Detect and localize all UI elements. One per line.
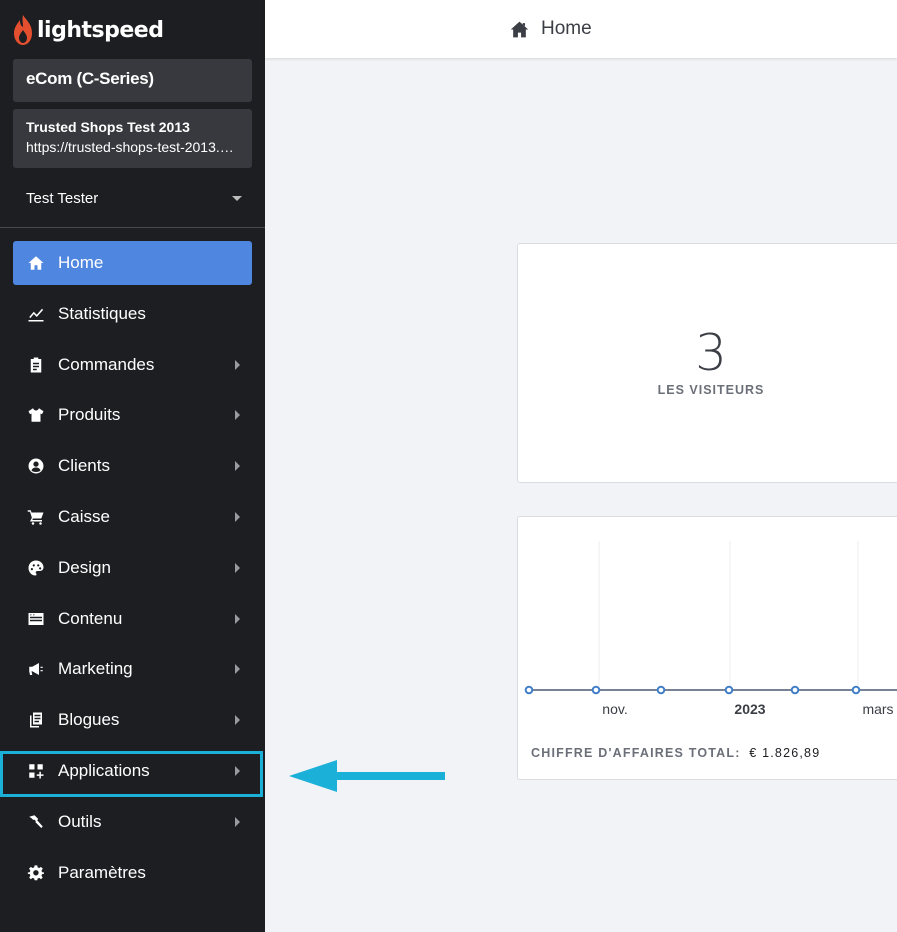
lightspeed-logo[interactable]: lightspeed	[12, 14, 164, 46]
main-nav: Home Statistiques Commandes Produits Cli…	[13, 241, 252, 901]
sidebar-item-label: Design	[58, 557, 111, 577]
sidebar-item-label: Produits	[58, 405, 121, 425]
page-title: Home	[541, 18, 592, 39]
sidebar-item-label: Paramètres	[58, 862, 146, 882]
revenue-label: CHIFFRE D'AFFAIRES TOTAL:	[531, 746, 741, 760]
sidebar-item-label: Clients	[58, 456, 110, 476]
sidebar-item-label: Marketing	[58, 659, 133, 679]
palette-icon	[26, 558, 46, 578]
axis-tick-label: mars	[862, 701, 893, 717]
sidebar-item-statistiques[interactable]: Statistiques	[13, 292, 252, 336]
visitors-count: 3	[695, 324, 727, 382]
revenue-summary: CHIFFRE D'AFFAIRES TOTAL: € 1.826,89	[531, 746, 820, 760]
sidebar-item-label: Commandes	[58, 354, 155, 374]
sidebar-item-label: Applications	[58, 760, 150, 780]
shop-selector[interactable]: Trusted Shops Test 2013 https://trusted-…	[13, 109, 252, 168]
sidebar-item-contenu[interactable]: Contenu	[13, 597, 252, 641]
chart-line-icon	[26, 304, 46, 324]
store-type-switcher[interactable]: eCom (C-Series)	[13, 59, 252, 102]
browser-icon	[26, 609, 46, 629]
sidebar: lightspeed eCom (C-Series) Trusted Shops…	[0, 0, 265, 932]
sidebar-item-home[interactable]: Home	[13, 241, 252, 285]
chart-point	[656, 685, 666, 695]
chevron-right-icon	[235, 765, 240, 776]
sidebar-item-outils[interactable]: Outils	[13, 800, 252, 844]
shop-url[interactable]: https://trusted-shops-test-2013.webshopa…	[26, 139, 239, 155]
chevron-right-icon	[235, 613, 240, 624]
tshirt-icon	[26, 405, 46, 425]
user-menu[interactable]: Test Tester	[13, 186, 252, 210]
sidebar-item-label: Contenu	[58, 608, 123, 628]
home-icon	[510, 21, 529, 37]
sidebar-item-commandes[interactable]: Commandes	[13, 343, 252, 387]
chart-point	[591, 685, 601, 695]
sidebar-item-label: Outils	[58, 811, 102, 831]
clipboard-icon	[26, 355, 46, 375]
shop-name: Trusted Shops Test 2013	[26, 119, 190, 135]
user-circle-icon	[26, 456, 46, 476]
chart-point	[724, 685, 734, 695]
hammer-icon	[26, 812, 46, 832]
chevron-right-icon	[235, 410, 240, 421]
chart-point	[524, 685, 534, 695]
megaphone-icon	[26, 659, 46, 679]
chevron-right-icon	[235, 664, 240, 675]
sidebar-item-label: Home	[58, 253, 104, 272]
gear-icon	[26, 863, 46, 883]
sidebar-item-label: Blogues	[58, 710, 120, 730]
chevron-right-icon	[235, 715, 240, 726]
sidebar-divider	[0, 227, 265, 228]
sidebar-item-label: Statistiques	[58, 303, 146, 323]
document-icon	[26, 710, 46, 730]
sidebar-item-label: Caisse	[58, 506, 110, 526]
revenue-value: € 1.826,89	[749, 746, 821, 760]
chevron-right-icon	[235, 461, 240, 472]
sidebar-item-blogues[interactable]: Blogues	[13, 698, 252, 742]
visitors-card[interactable]: 3 LES VISITEURS	[517, 243, 897, 483]
axis-tick-label: 2023	[734, 701, 765, 717]
chevron-right-icon	[235, 359, 240, 370]
top-bar: Home	[265, 0, 897, 58]
sidebar-item-clients[interactable]: Clients	[13, 444, 252, 488]
apps-add-icon	[26, 761, 46, 781]
home-icon	[26, 253, 46, 273]
sidebar-item-applications[interactable]: Applications	[13, 749, 252, 793]
sidebar-item-design[interactable]: Design	[13, 546, 252, 590]
chart-point	[790, 685, 800, 695]
user-name: Test Tester	[26, 189, 99, 207]
caret-down-icon	[232, 195, 242, 201]
chevron-right-icon	[235, 511, 240, 522]
axis-tick-label: nov.	[602, 701, 627, 717]
sidebar-item-marketing[interactable]: Marketing	[13, 647, 252, 691]
cart-icon	[26, 507, 46, 527]
flame-icon	[14, 15, 32, 45]
sidebar-item-caisse[interactable]: Caisse	[13, 495, 252, 539]
sidebar-item-produits[interactable]: Produits	[13, 393, 252, 437]
visitors-label: LES VISITEURS	[657, 383, 765, 397]
revenue-chart: nov. 2023 mars	[524, 541, 897, 717]
chevron-right-icon	[235, 562, 240, 573]
chevron-right-icon	[235, 816, 240, 827]
sidebar-item-parametres[interactable]: Paramètres	[13, 851, 252, 895]
arrow-left-icon	[289, 760, 445, 792]
revenue-card[interactable]: nov. 2023 mars CHIFFRE D'AFFAIRES TOTAL:…	[517, 516, 897, 780]
brand-name: lightspeed	[37, 17, 164, 43]
chart-point	[851, 685, 861, 695]
